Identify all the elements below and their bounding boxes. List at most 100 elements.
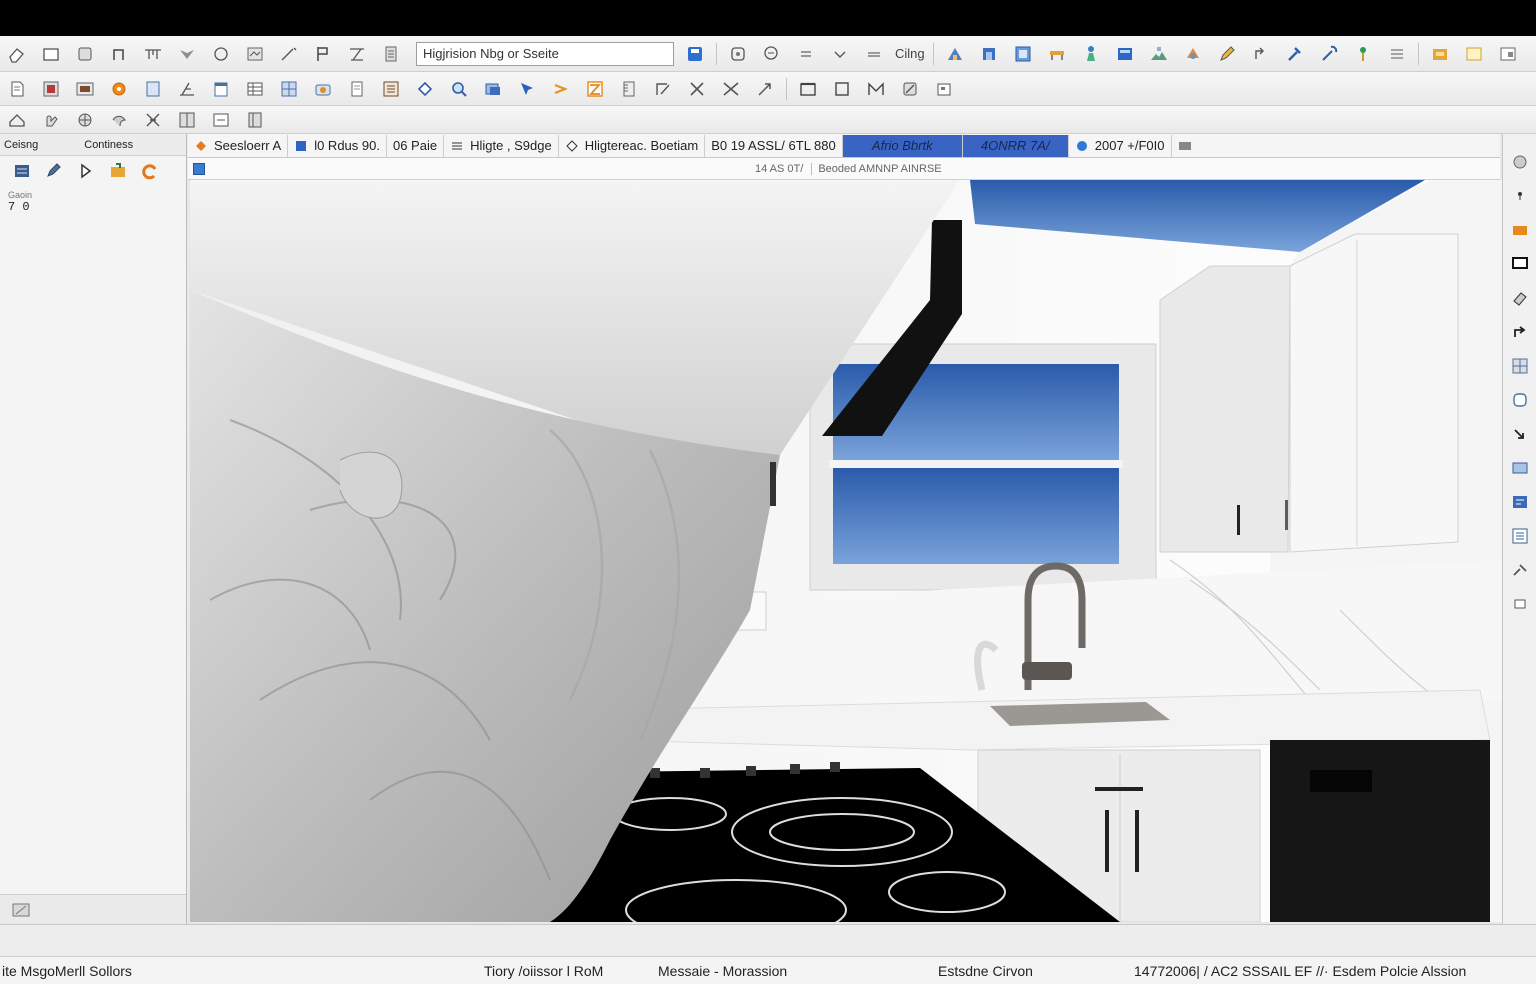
grid-icon[interactable]	[37, 76, 65, 102]
page-icon[interactable]	[139, 76, 167, 102]
orbit-gray-icon[interactable]	[1507, 148, 1533, 176]
orange-tag-icon[interactable]	[1507, 216, 1533, 244]
option-year[interactable]: 2007 +/F0I0	[1069, 134, 1172, 157]
orbit-icon[interactable]	[724, 41, 752, 67]
pin-icon[interactable]	[1349, 41, 1377, 67]
tool-pair-icon[interactable]	[1507, 556, 1533, 584]
tools-icon[interactable]	[139, 107, 167, 133]
tab-contents[interactable]: Continess	[84, 139, 133, 151]
components-icon[interactable]	[241, 41, 269, 67]
square-icon[interactable]	[828, 76, 856, 102]
tab-ceiling[interactable]: Ceisng	[4, 139, 38, 151]
layers-icon[interactable]	[1383, 41, 1411, 67]
arrow-diagonal-icon[interactable]	[1507, 420, 1533, 448]
monitor-icon[interactable]	[1507, 250, 1533, 278]
model-viewport[interactable]	[190, 180, 1502, 922]
report-icon[interactable]	[1507, 522, 1533, 550]
export-arrow-icon[interactable]	[1507, 318, 1533, 346]
ceiling-button[interactable]: Cilng	[895, 46, 925, 61]
option-pale[interactable]: 06 Paie	[387, 134, 445, 157]
move-icon[interactable]	[751, 76, 779, 102]
cross-icon[interactable]	[717, 76, 745, 102]
flag-icon[interactable]	[309, 41, 337, 67]
hammer-icon[interactable]	[1281, 41, 1309, 67]
person-icon[interactable]	[1077, 41, 1105, 67]
dot-icon[interactable]	[1507, 182, 1533, 210]
calendar-icon[interactable]	[207, 76, 235, 102]
small-window-icon[interactable]	[930, 76, 958, 102]
option-active-b[interactable]: 4ONRR 7A/	[962, 134, 1069, 157]
terrain-icon[interactable]	[1145, 41, 1173, 67]
zoom-icon[interactable]	[758, 41, 786, 67]
image-icon[interactable]	[71, 76, 99, 102]
notes-icon[interactable]	[1460, 41, 1488, 67]
photo-icon[interactable]	[1507, 454, 1533, 482]
line-icon[interactable]	[275, 41, 303, 67]
option-radius[interactable]: l0 Rdus 90.	[288, 134, 387, 157]
table-icon[interactable]	[241, 76, 269, 102]
push-pull-icon[interactable]	[71, 41, 99, 67]
text-tool-icon[interactable]	[343, 41, 371, 67]
paint-bucket-icon[interactable]	[173, 41, 201, 67]
offset-icon[interactable]	[649, 76, 677, 102]
wrench-icon[interactable]	[1315, 41, 1343, 67]
arrow-right-icon[interactable]	[73, 159, 99, 183]
clipboard-icon[interactable]	[343, 76, 371, 102]
resize-handle-icon[interactable]	[7, 897, 35, 923]
pencil-icon[interactable]	[1213, 41, 1241, 67]
stack-icon[interactable]	[479, 76, 507, 102]
building-icon[interactable]	[975, 41, 1003, 67]
materials-icon[interactable]	[1179, 41, 1207, 67]
book-icon[interactable]	[241, 107, 269, 133]
rounded-square-icon[interactable]	[1507, 386, 1533, 414]
folder-icon[interactable]	[1426, 41, 1454, 67]
document-icon[interactable]	[3, 76, 31, 102]
close-icon[interactable]	[683, 76, 711, 102]
duplicate-icon[interactable]	[1494, 41, 1522, 67]
home-icon[interactable]	[3, 107, 31, 133]
calculator-icon[interactable]	[377, 41, 405, 67]
globe-icon[interactable]	[71, 107, 99, 133]
option-highlight-edge[interactable]: Hligte , S9dge	[444, 134, 559, 157]
window-icon[interactable]	[1009, 41, 1037, 67]
option-section[interactable]: Seesloerr A	[188, 134, 289, 157]
house-icon[interactable]	[941, 41, 969, 67]
panel-icon[interactable]	[1111, 41, 1139, 67]
arrows-icon[interactable]	[547, 76, 575, 102]
refresh-icon[interactable]	[137, 159, 163, 183]
zigzag-icon[interactable]	[581, 76, 609, 102]
option-dimension[interactable]: B0 19 ASSL/ 6TL 880	[705, 134, 843, 157]
cursor-icon[interactable]	[513, 76, 541, 102]
chevron-down-icon[interactable]	[826, 41, 854, 67]
ruler-icon[interactable]	[615, 76, 643, 102]
tape-measure-icon[interactable]	[139, 41, 167, 67]
bench-icon[interactable]	[1043, 41, 1071, 67]
measure-icon[interactable]	[173, 76, 201, 102]
edit-icon[interactable]	[41, 159, 67, 183]
split-view-icon[interactable]	[173, 107, 201, 133]
export-icon[interactable]	[105, 159, 131, 183]
equals-icon[interactable]	[792, 41, 820, 67]
grid-view-icon[interactable]	[1507, 352, 1533, 380]
search-input[interactable]	[416, 41, 674, 66]
arc-icon[interactable]	[105, 41, 133, 67]
panel-toggle-icon[interactable]	[207, 107, 235, 133]
mirror-icon[interactable]	[862, 76, 890, 102]
horizontal-scrollbar[interactable]	[0, 924, 1536, 956]
option-bottom[interactable]: Hligtereac. Boetiam	[559, 134, 706, 157]
section-icon[interactable]	[896, 76, 924, 102]
frame-icon[interactable]	[794, 76, 822, 102]
sun-icon[interactable]	[105, 76, 133, 102]
option-active-a[interactable]: Afrio Bbrtk	[842, 134, 963, 157]
eraser-icon[interactable]	[3, 41, 31, 67]
rectangle-icon[interactable]	[37, 41, 65, 67]
small-box-icon[interactable]	[1507, 590, 1533, 618]
minus-icon[interactable]	[860, 41, 888, 67]
list-icon[interactable]	[377, 76, 405, 102]
save-icon[interactable]	[681, 41, 709, 67]
hand-icon[interactable]	[37, 107, 65, 133]
building-grid-icon[interactable]	[275, 76, 303, 102]
eraser-small-icon[interactable]	[1507, 284, 1533, 312]
circle-icon[interactable]	[207, 41, 235, 67]
rotate-icon[interactable]	[1247, 41, 1275, 67]
